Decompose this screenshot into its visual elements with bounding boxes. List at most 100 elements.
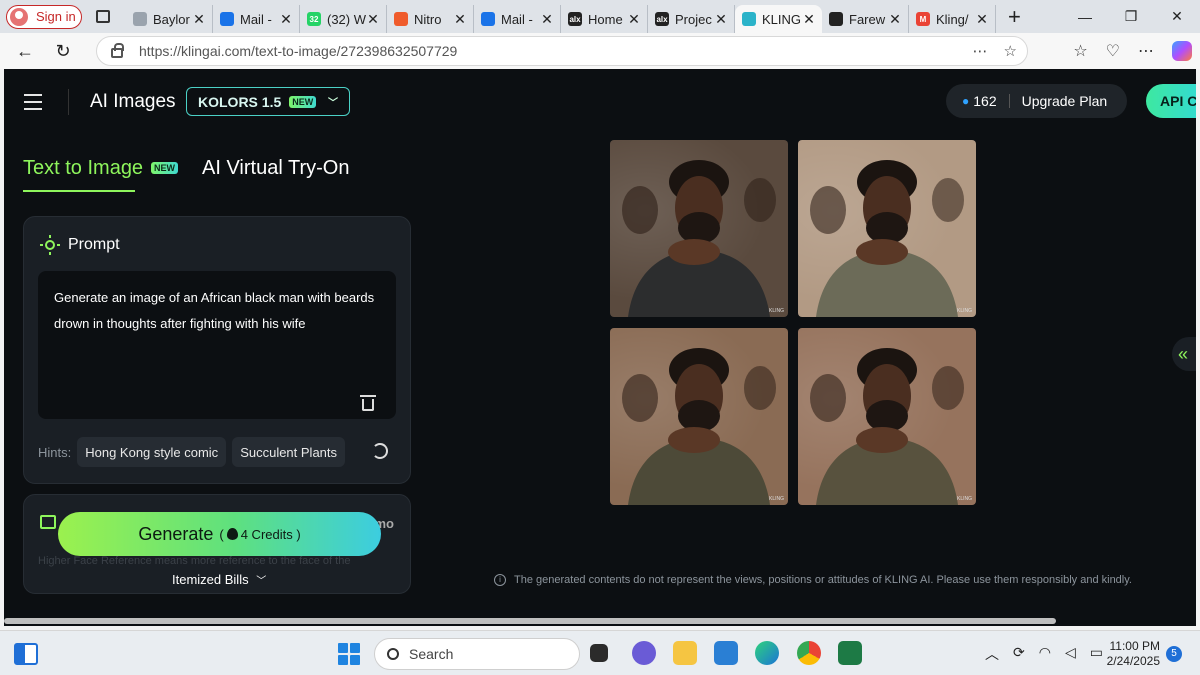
teams-chat-icon[interactable]	[632, 641, 656, 665]
whatsapp-icon: 32	[307, 12, 321, 26]
close-tab-icon[interactable]: ✕	[802, 11, 816, 28]
close-tab-icon[interactable]: ✕	[888, 11, 902, 28]
start-button[interactable]	[338, 643, 360, 665]
restore-button[interactable]: ❐	[1108, 8, 1154, 25]
tab-actions-icon[interactable]	[96, 10, 110, 23]
chevron-up-icon[interactable]: ︿	[985, 644, 999, 664]
edge-icon[interactable]	[755, 641, 779, 665]
menu-icon[interactable]	[24, 94, 42, 115]
close-tab-icon[interactable]: ✕	[975, 11, 989, 28]
profile-avatar-icon	[10, 7, 28, 26]
favorite-star-icon[interactable]: ☆	[1004, 42, 1017, 60]
excel-icon[interactable]	[838, 641, 862, 665]
result-image-1[interactable]: KLING	[610, 140, 788, 317]
active-tab-underline	[23, 190, 135, 192]
browser-tab[interactable]: alx Home ✕	[561, 5, 648, 33]
close-tab-icon[interactable]: ✕	[453, 11, 467, 28]
url-bar[interactable]: https://klingai.com/text-to-image/272398…	[96, 36, 1028, 66]
tab-text-to-image[interactable]: Text to Image	[23, 157, 143, 180]
volume-icon[interactable]: ◁	[1065, 644, 1076, 664]
kling-app: AI Images KOLORS 1.5 NEW ﹀ ● 162 Upgrade…	[4, 69, 1196, 626]
header-divider	[68, 89, 69, 115]
hint-chip[interactable]: Succulent Plants	[232, 437, 346, 467]
browser-tab[interactable]: Nitro ✕	[387, 5, 474, 33]
browser-tab[interactable]: M Kling/ ✕	[909, 5, 996, 33]
sun-icon	[40, 235, 60, 255]
url-text: https://klingai.com/text-to-image/272398…	[139, 43, 458, 59]
generate-credits-text: 4 Credits )	[240, 526, 301, 542]
generate-credits: (4 Credits )	[219, 527, 300, 542]
sign-in-button[interactable]: Sign in	[6, 4, 82, 29]
result-image-3[interactable]: KLING	[610, 328, 788, 505]
baylor-icon	[133, 12, 147, 26]
outlook-icon	[481, 12, 495, 26]
browser-tab[interactable]: Baylor ✕	[126, 5, 213, 33]
taskbar-search-label: Search	[409, 646, 454, 662]
browser-tab-title: Kling/	[936, 11, 969, 27]
browser-tab-title: Home	[588, 11, 623, 27]
close-tab-icon[interactable]: ✕	[279, 11, 293, 28]
system-tray: ︿ ⟳ ◠ ◁ ▭	[985, 644, 1103, 664]
clock[interactable]: 11:00 PM 2/24/2025	[1104, 639, 1160, 669]
sync-icon[interactable]: ⟳	[1013, 644, 1025, 664]
tab-virtual-try-on[interactable]: AI Virtual Try-On	[202, 157, 349, 180]
alx-icon: alx	[655, 12, 669, 26]
generate-open-paren: (	[219, 526, 224, 542]
upgrade-plan-button[interactable]: Upgrade Plan	[1022, 93, 1108, 109]
clock-date: 2/24/2025	[1106, 654, 1160, 668]
read-aloud-icon[interactable]: ⋯	[973, 42, 988, 60]
generate-button[interactable]: Generate (4 Credits )	[58, 512, 381, 556]
back-button[interactable]: ←	[6, 41, 44, 62]
hint-chip[interactable]: Hong Kong style comic	[77, 437, 227, 467]
battery-icon[interactable]: ▭	[1090, 644, 1103, 664]
outlook-icon	[220, 12, 234, 26]
hints-row: Hints: Hong Kong style comic Succulent P…	[38, 437, 346, 467]
browser-essentials-icon[interactable]: ♡	[1106, 41, 1120, 61]
refresh-icon[interactable]: ↻	[44, 41, 82, 62]
close-tab-icon[interactable]: ✕	[627, 11, 641, 28]
close-tab-icon[interactable]: ✕	[540, 11, 554, 28]
copilot-icon[interactable]	[1172, 41, 1192, 61]
browser-tabs: Baylor ✕ Mail - ✕ 32 (32) W ✕ Nitro ✕ Mail - ✕ alx H…	[126, 0, 996, 33]
close-tab-icon[interactable]: ✕	[366, 11, 380, 28]
result-image-4[interactable]: KLING	[798, 328, 976, 505]
result-image-2[interactable]: KLING	[798, 140, 976, 317]
microsoft-store-icon[interactable]	[714, 641, 738, 665]
disclaimer-text: The generated contents do not represent …	[514, 574, 1132, 586]
new-tab-button[interactable]: +	[1008, 4, 1021, 30]
generate-label: Generate	[138, 523, 214, 544]
credit-drop-icon: ●	[962, 94, 970, 108]
api-button[interactable]: API C	[1146, 84, 1196, 118]
browser-tab[interactable]: Mail - ✕	[474, 5, 561, 33]
chevron-down-icon: ﹀	[328, 98, 338, 109]
more-menu-icon[interactable]: ⋯	[1138, 41, 1154, 61]
task-view-icon[interactable]	[590, 644, 608, 662]
browser-tab[interactable]: KLING ✕	[735, 5, 822, 33]
minimize-button[interactable]: —	[1062, 9, 1108, 25]
browser-tab[interactable]: alx Projec ✕	[648, 5, 735, 33]
refresh-hints-icon[interactable]	[372, 443, 388, 459]
horizontal-scrollbar[interactable]	[4, 618, 1056, 624]
prompt-heading-label: Prompt	[68, 236, 120, 253]
browser-tab[interactable]: Farew ✕	[822, 5, 909, 33]
browser-tab[interactable]: 32 (32) W ✕	[300, 5, 387, 33]
collapse-panel-button[interactable]: «	[1172, 337, 1196, 371]
close-tab-icon[interactable]: ✕	[714, 11, 728, 28]
wifi-icon[interactable]: ◠	[1039, 644, 1051, 664]
nitro-icon	[394, 12, 408, 26]
taskbar-search[interactable]: Search	[374, 638, 580, 670]
widgets-icon[interactable]	[14, 643, 38, 665]
close-tab-icon[interactable]: ✕	[192, 11, 206, 28]
itemized-bills-toggle[interactable]: Itemized Bills ﹀	[172, 572, 266, 587]
favorites-icon[interactable]: ☆	[1073, 41, 1087, 61]
browser-tab-title: Nitro	[414, 11, 442, 27]
chrome-icon[interactable]	[797, 641, 821, 665]
prompt-textarea[interactable]: Generate an image of an African black ma…	[38, 271, 396, 419]
file-explorer-icon[interactable]	[673, 641, 697, 665]
browser-tab[interactable]: Mail - ✕	[213, 5, 300, 33]
chevron-down-icon: ﹀	[256, 576, 267, 587]
trash-icon[interactable]	[360, 395, 376, 411]
notification-badge[interactable]: 5	[1166, 646, 1182, 662]
model-selector[interactable]: KOLORS 1.5 NEW ﹀	[186, 87, 350, 116]
close-window-button[interactable]: ✕	[1154, 8, 1200, 25]
